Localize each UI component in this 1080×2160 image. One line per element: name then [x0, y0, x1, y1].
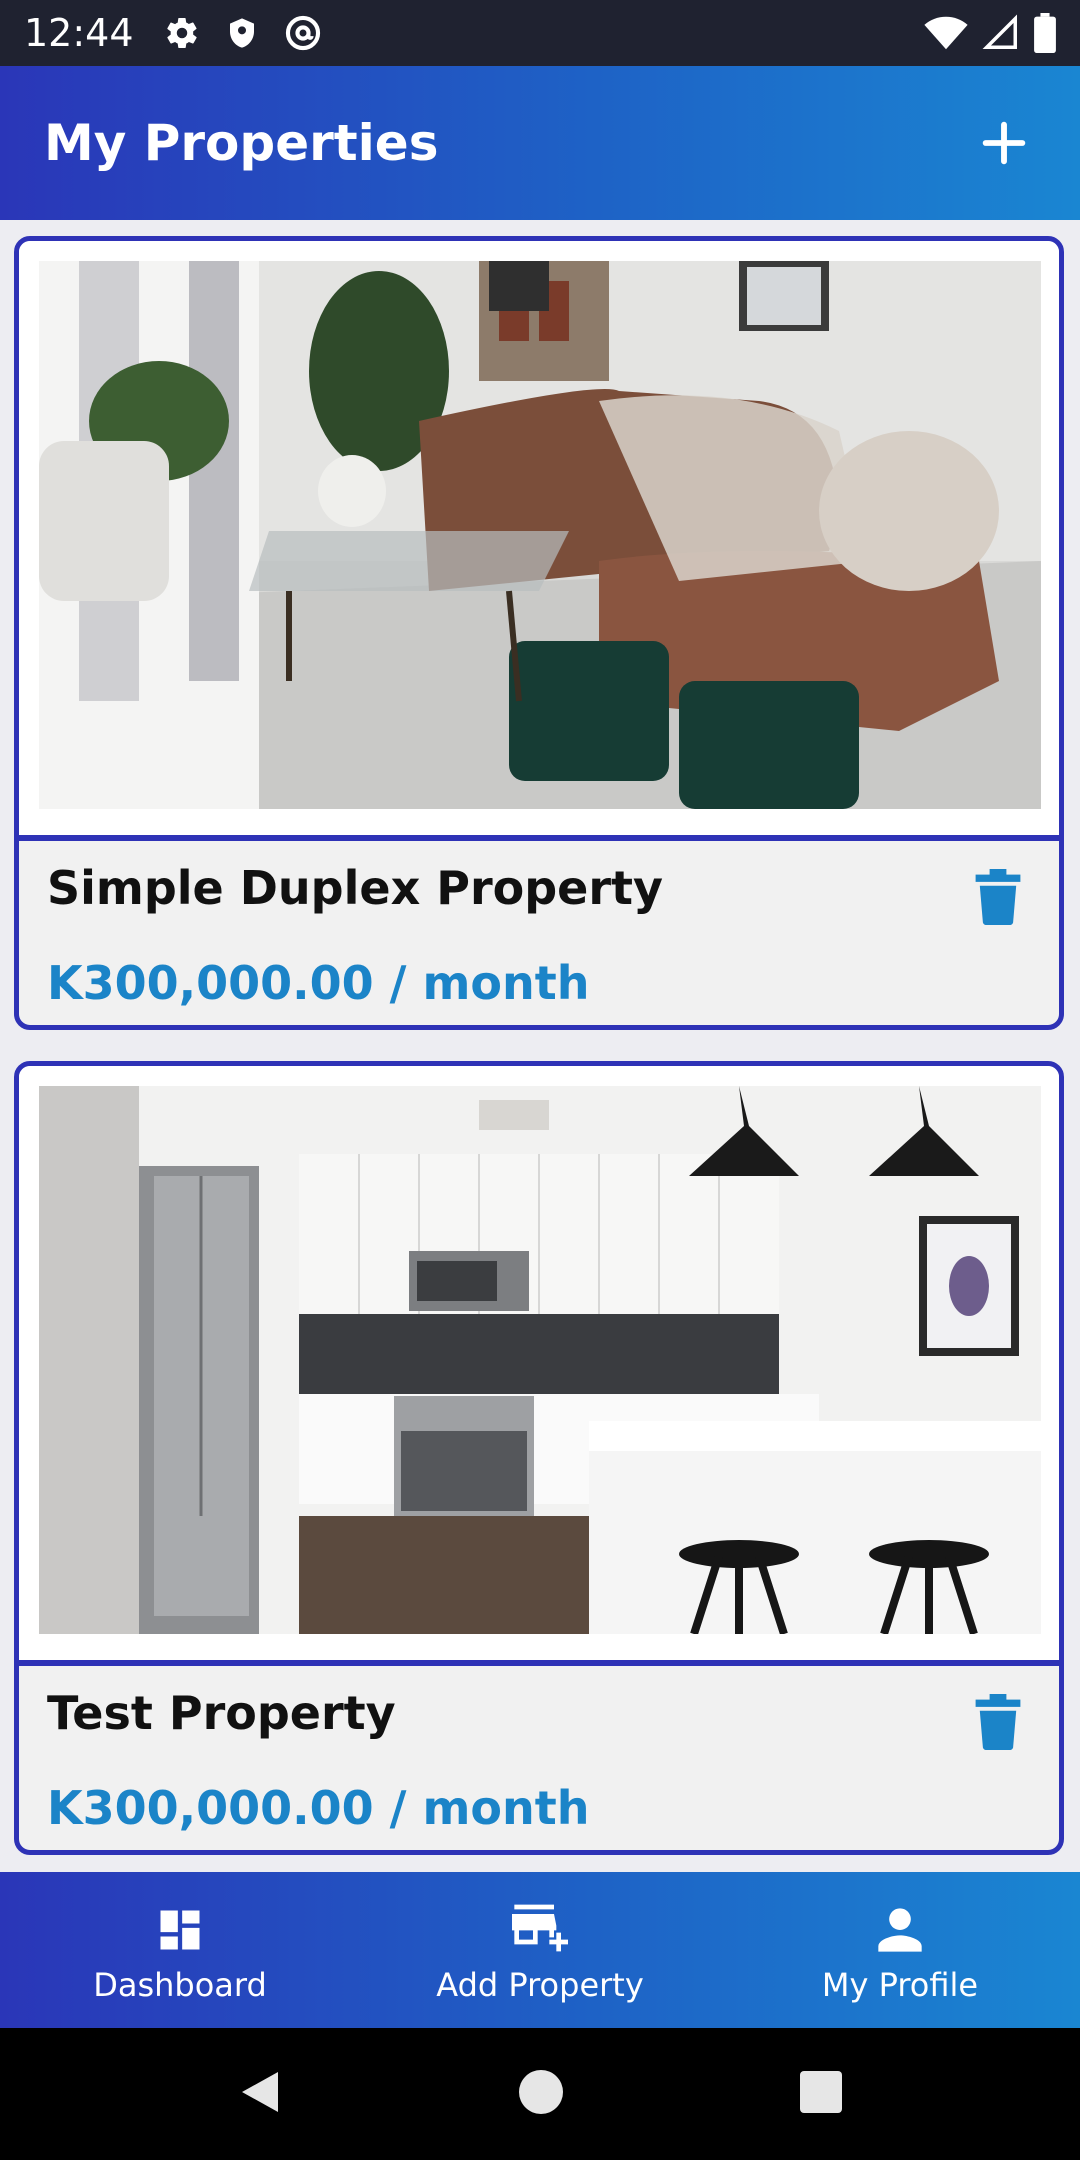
app-bar: My Properties — [0, 66, 1080, 220]
battery-icon — [1034, 13, 1056, 53]
property-image-kitchen — [39, 1086, 1041, 1634]
recents-icon[interactable] — [799, 2071, 842, 2117]
trash-icon — [975, 869, 1021, 925]
nav-my-profile[interactable]: My Profile — [720, 1872, 1080, 2028]
property-card[interactable]: Simple Duplex Property K300,000.00 / mon… — [14, 236, 1064, 1030]
status-time: 12:44 — [24, 11, 134, 55]
nav-label: Add Property — [436, 1966, 644, 2004]
property-card[interactable]: Test Property K300,000.00 / month — [14, 1061, 1064, 1855]
page-title: My Properties — [44, 114, 439, 172]
nav-label: My Profile — [821, 1966, 979, 2004]
property-image-living-room — [39, 261, 1041, 809]
dashboard-icon — [154, 1896, 206, 1956]
person-icon — [874, 1896, 926, 1956]
system-navigation-bar — [0, 2028, 1080, 2160]
nav-add-property[interactable]: Add Property — [360, 1872, 720, 2028]
nav-label: Dashboard — [93, 1966, 267, 2004]
signal-icon — [982, 14, 1020, 52]
property-price: K300,000.00 / month — [47, 1781, 590, 1835]
add-property-button[interactable] — [972, 111, 1036, 175]
home-icon[interactable] — [518, 2070, 563, 2118]
property-title: Test Property — [47, 1686, 396, 1740]
property-title: Simple Duplex Property — [47, 861, 664, 915]
property-price: K300,000.00 / month — [47, 956, 590, 1010]
delete-button[interactable] — [975, 869, 1021, 925]
trash-icon — [975, 1694, 1021, 1750]
status-bar: 12:44 — [0, 0, 1080, 66]
nav-dashboard[interactable]: Dashboard — [0, 1872, 360, 2028]
settings-icon — [164, 15, 200, 51]
bottom-navigation: Dashboard Add Property My Profile — [0, 1872, 1080, 2028]
delete-button[interactable] — [975, 1694, 1021, 1750]
property-list: Simple Duplex Property K300,000.00 / mon… — [0, 220, 1080, 1872]
add-store-icon — [509, 1896, 571, 1956]
wifi-icon — [924, 15, 968, 51]
plus-icon — [982, 121, 1026, 165]
back-icon[interactable] — [238, 2068, 282, 2120]
at-sign-icon — [284, 14, 322, 52]
shield-icon — [226, 15, 258, 51]
